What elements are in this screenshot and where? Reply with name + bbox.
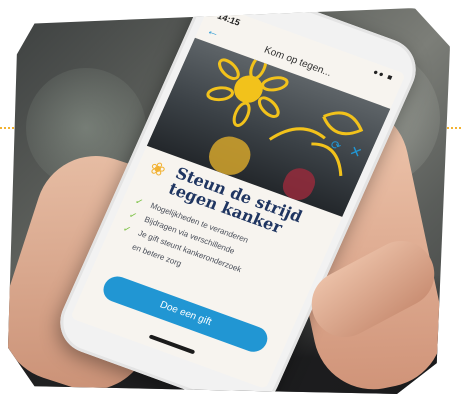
check-icon: ✓ [121, 223, 133, 235]
check-icon: ✓ [127, 209, 139, 222]
check-icon: ✓ [133, 195, 145, 208]
ribbon-badge-icon: ❀ [146, 157, 169, 181]
flower-center [234, 75, 263, 103]
photo-frame: 14:15 ●● ■ ← Kom op tegen... ⟳ ✕ ❀ Steun… [8, 8, 450, 394]
home-indicator [148, 334, 196, 355]
